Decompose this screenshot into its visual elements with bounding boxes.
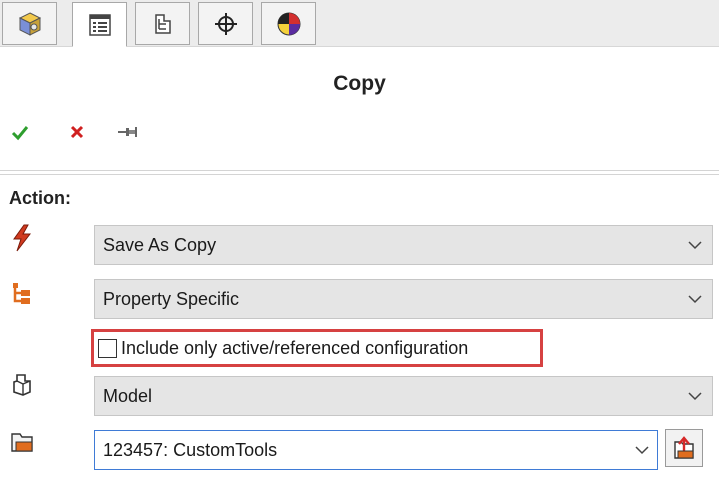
chevron-down-icon [678,391,712,401]
tab-configuration-manager[interactable] [135,2,190,45]
property-manager-icon [88,13,111,36]
separator [0,170,719,171]
cancel-button[interactable] [64,119,90,145]
tab-display-manager[interactable] [261,2,316,45]
chevron-down-icon [678,294,712,304]
action-label: Action: [9,188,71,208]
tab-dimxpert-manager[interactable] [198,2,253,45]
lightning-icon [7,223,37,253]
chevron-down-icon [678,240,712,250]
browse-folder-button[interactable] [665,429,703,467]
pin-button[interactable] [115,119,141,145]
check-icon [11,126,29,141]
chevron-down-icon [627,445,657,455]
property-specific-select-value: Property Specific [103,288,240,309]
action-select[interactable]: Save As Copy [94,225,713,265]
include-active-config-label[interactable]: Include only active/referenced configura… [121,338,468,359]
include-active-config-checkbox[interactable] [98,338,117,358]
appearance-pie-icon [277,12,300,35]
configuration-select-value: Model [103,385,153,406]
tab-feature-manager[interactable] [2,2,57,45]
pushpin-icon [118,127,137,137]
property-tree-icon [7,279,37,309]
configuration-manager-icon [154,13,171,34]
manager-tab-bar [0,0,719,47]
vault-folder-select[interactable]: 123457: CustomTools [94,430,658,470]
vault-folder-icon [7,427,37,457]
model-configuration-icon [7,370,37,400]
include-active-config-option: Include only active/referenced configura… [91,329,543,367]
panel-title: Copy [333,72,386,95]
separator [0,174,719,175]
tab-property-manager[interactable] [72,2,127,47]
assembly-cube-icon [18,11,41,36]
property-specific-select[interactable]: Property Specific [94,279,713,319]
configuration-select[interactable]: Model [94,376,713,416]
vault-folder-select-value: 123457: CustomTools [103,439,278,460]
action-select-value: Save As Copy [103,234,217,255]
ok-button[interactable] [7,119,33,145]
x-icon [70,125,84,139]
browse-folder-icon [674,436,694,459]
crosshair-icon [214,12,237,35]
